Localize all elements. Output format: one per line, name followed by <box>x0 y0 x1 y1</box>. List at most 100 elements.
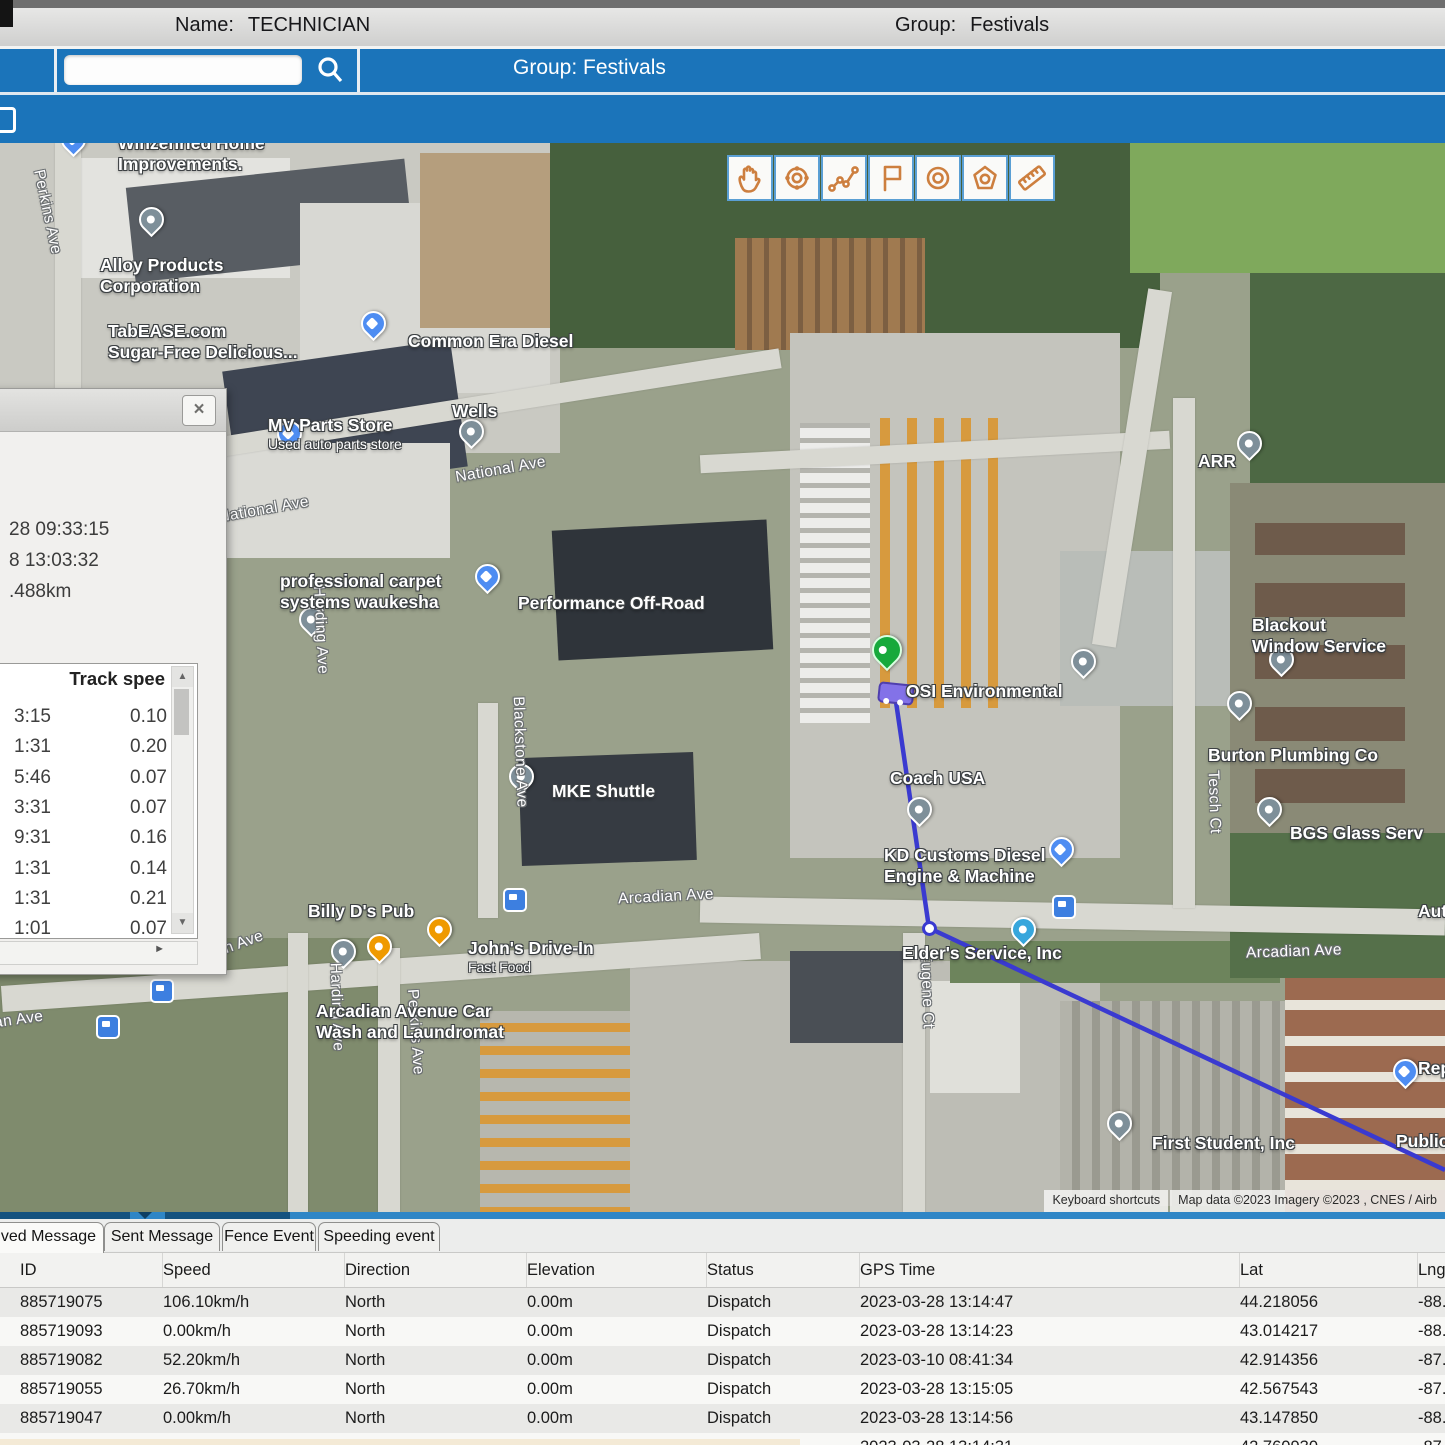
track-speed: 0.16 <box>130 827 167 849</box>
table-cell: -88. <box>1418 1409 1445 1428</box>
column-header-id[interactable]: ID <box>20 1253 163 1287</box>
measure-tool-button[interactable] <box>1009 155 1055 201</box>
toolbar-divider <box>54 49 57 92</box>
bus-stop-icon[interactable] <box>1052 895 1076 919</box>
table-cell: -88. <box>1418 1293 1445 1312</box>
map-label: BGS Glass Serv <box>1290 823 1423 844</box>
table-row[interactable]: 8857190470.00km/hNorth0.00mDispatch2023-… <box>0 1404 1445 1433</box>
track-speed-row[interactable]: 9:31 0.16 <box>0 827 169 857</box>
table-cell: 0.00m <box>527 1380 707 1399</box>
map-label: Arcadian Avenue CarWash and Laundromat <box>316 1001 504 1043</box>
bus-stop-icon[interactable] <box>503 888 527 912</box>
column-header-gps-time[interactable]: GPS Time <box>860 1253 1240 1287</box>
map-scrollbar[interactable] <box>0 1212 1445 1219</box>
track-speed-row[interactable]: 1:310.14 <box>0 858 169 888</box>
map-scrollbar-arrow[interactable] <box>138 1212 152 1219</box>
tab-fence-event[interactable]: Fence Event <box>222 1222 316 1251</box>
window-top-strip <box>0 0 1445 8</box>
polygon-fence-tool-button[interactable] <box>962 155 1008 201</box>
column-header-lat[interactable]: Lat <box>1240 1253 1418 1287</box>
street-label: Arcadian Ave <box>1246 941 1342 962</box>
track-table-vscrollbar[interactable]: ▲ ▼ <box>171 666 194 934</box>
corner-notch <box>0 0 13 27</box>
search-icon <box>312 54 348 86</box>
track-time: 3:31 <box>14 797 51 819</box>
map-attribution: Keyboard shortcuts Map data ©2023 Imager… <box>1042 1190 1445 1212</box>
column-header-speed[interactable]: Speed <box>163 1253 345 1287</box>
circle-fence-tool-button[interactable] <box>915 155 961 201</box>
close-icon[interactable]: × <box>182 395 216 426</box>
table-cell: North <box>345 1322 527 1341</box>
table-cell: -87. <box>1418 1438 1445 1445</box>
map-scrollbar-thumb[interactable] <box>0 1212 130 1219</box>
bus-stop-icon[interactable] <box>150 979 174 1003</box>
table-cell: -88. <box>1418 1322 1445 1341</box>
poi-tool-button[interactable] <box>774 155 820 201</box>
map-label: Rep <box>1418 1058 1445 1079</box>
track-speed-table: Track spee 3:150.101:310.205:460.073:310… <box>0 663 198 939</box>
track-speed: 0.07 <box>130 918 167 940</box>
column-header-direction[interactable]: Direction <box>345 1253 527 1287</box>
table-cell: Dispatch <box>707 1322 860 1341</box>
map-label: BlackoutWindow Service <box>1252 615 1386 657</box>
tab-sent-message[interactable]: Sent Message <box>104 1222 220 1251</box>
map-label: Burton Plumbing Co <box>1208 745 1378 766</box>
bus-stop-icon[interactable] <box>96 1015 120 1039</box>
map-scrollbar-thumb[interactable] <box>165 1212 290 1219</box>
table-cell: 42.760930 <box>1240 1438 1418 1445</box>
tab-received-message[interactable]: Received Message <box>0 1222 104 1253</box>
pentagon-icon <box>967 160 1003 196</box>
pan-tool-button[interactable] <box>727 155 773 201</box>
search-button[interactable] <box>312 54 348 86</box>
map-label: Performance Off-Road <box>518 593 705 614</box>
scroll-right-icon[interactable]: ► <box>154 943 165 955</box>
table-cell: Dispatch <box>707 1380 860 1399</box>
map-label: Common Era Diesel <box>408 331 573 352</box>
message-tabs: Received MessageSent MessageFence EventS… <box>0 1222 1445 1251</box>
track-speed: 0.21 <box>130 888 167 910</box>
track-tool-button[interactable] <box>821 155 867 201</box>
track-speed-row[interactable]: 3:310.07 <box>0 797 169 827</box>
track-speed-row[interactable]: 5:460.07 <box>0 767 169 797</box>
track-table-hscrollbar[interactable]: ► <box>0 941 198 965</box>
table-cell: North <box>345 1293 527 1312</box>
table-cell: 885719075 <box>20 1293 163 1312</box>
table-row[interactable]: 885719075106.10km/hNorth0.00mDispatch202… <box>0 1288 1445 1317</box>
table-cell: 0.00m <box>527 1351 707 1370</box>
table-cell: 26.70km/h <box>163 1380 345 1399</box>
track-waypoint-dot[interactable] <box>922 921 937 936</box>
column-header-status[interactable]: Status <box>707 1253 860 1287</box>
track-time: 1:31 <box>14 888 51 910</box>
table-cell: 2023-03-28 13:14:56 <box>860 1409 1240 1428</box>
track-panel-header[interactable]: × <box>0 389 226 432</box>
vscroll-thumb[interactable] <box>174 689 189 735</box>
track-speed-row[interactable]: 3:150.10 <box>0 706 169 736</box>
table-cell: 42.914356 <box>1240 1351 1418 1370</box>
table-cell: 42.567543 <box>1240 1380 1418 1399</box>
track-time: 9:31 <box>14 827 51 849</box>
table-row[interactable]: 88571908252.20km/hNorth0.00mDispatch2023… <box>0 1346 1445 1375</box>
table-cell: 0.00km/h <box>163 1322 345 1341</box>
tab-speeding-event[interactable]: Speeding event <box>318 1222 440 1251</box>
column-header-lng[interactable]: Lng <box>1418 1253 1445 1287</box>
track-speed-row[interactable]: 1:310.20 <box>0 736 169 766</box>
keyboard-shortcuts-link[interactable]: Keyboard shortcuts <box>1044 1190 1168 1212</box>
map-toolbar <box>727 155 1056 201</box>
table-cell: -87. <box>1418 1380 1445 1399</box>
toolbar-divider <box>357 49 360 92</box>
scroll-down-icon[interactable]: ▼ <box>172 913 193 933</box>
column-header-elevation[interactable]: Elevation <box>527 1253 707 1287</box>
table-cell: 43.014217 <box>1240 1322 1418 1341</box>
table-cell: North <box>345 1351 527 1370</box>
table-row[interactable]: 88571905526.70km/hNorth0.00mDispatch2023… <box>0 1375 1445 1404</box>
search-input[interactable] <box>64 55 302 85</box>
table-row[interactable]: 8857190930.00km/hNorth0.00mDispatch2023-… <box>0 1317 1445 1346</box>
track-speed: 0.14 <box>130 858 167 880</box>
gps-tracking-app: Name:TECHNICIAN Group:Festivals Group: F… <box>0 0 1445 1445</box>
scroll-up-icon[interactable]: ▲ <box>172 667 193 687</box>
flag-icon <box>873 160 909 196</box>
map-label: Winzenried HomeImprovements. <box>118 143 265 175</box>
map-label: ARR <box>1198 451 1236 472</box>
flag-tool-button[interactable] <box>868 155 914 201</box>
track-speed-row[interactable]: 1:31 0.21 <box>0 888 169 918</box>
